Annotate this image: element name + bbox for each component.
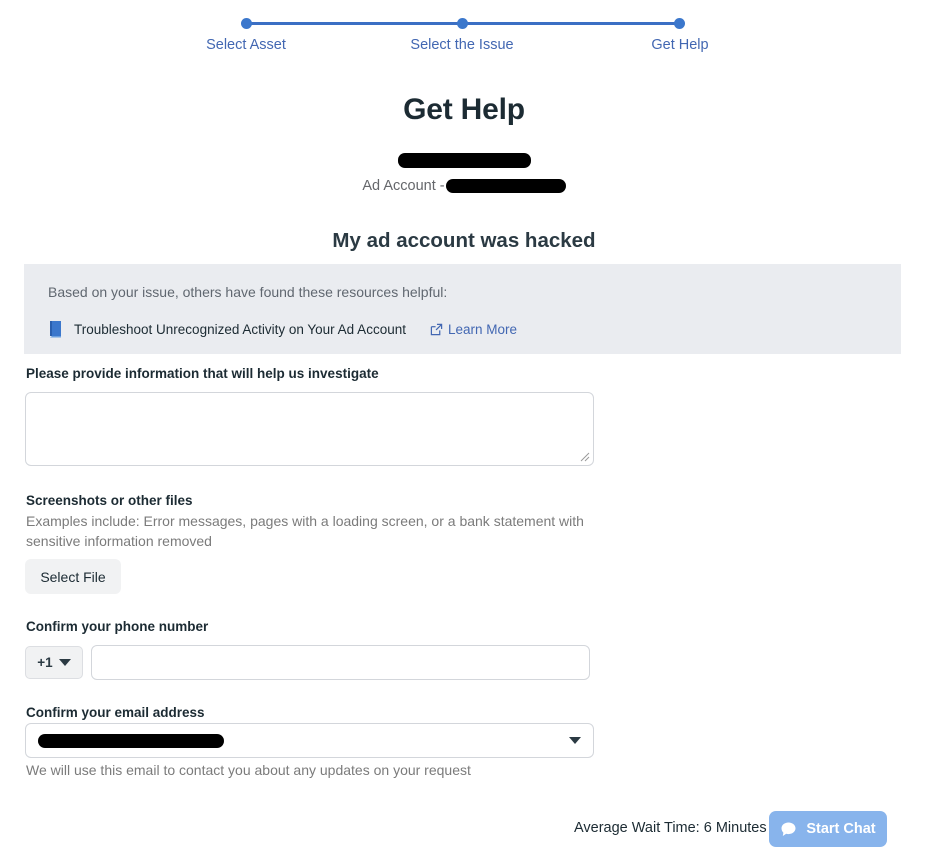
chat-bubble-icon: [781, 822, 796, 836]
step-dot-select-asset[interactable]: [241, 18, 252, 29]
phone-label: Confirm your phone number: [26, 619, 209, 634]
account-name-redacted: [397, 153, 531, 169]
page-title: Get Help: [403, 93, 525, 126]
book-icon: [50, 321, 61, 338]
email-value-redacted: [38, 733, 224, 748]
issue-heading: My ad account was hacked: [332, 229, 596, 252]
email-help-text: We will use this email to contact you ab…: [26, 762, 471, 778]
investigate-label: Please provide information that will hel…: [26, 366, 379, 381]
step-label-select-asset[interactable]: Select Asset: [146, 37, 346, 53]
external-link-icon: [430, 323, 443, 335]
progress-stepper: Select Asset Select the Issue Get Help: [0, 0, 928, 62]
select-file-button[interactable]: Select File: [25, 559, 121, 594]
resource-title: Troubleshoot Unrecognized Activity on Yo…: [74, 321, 406, 337]
ad-account-line: Ad Account -: [0, 177, 928, 195]
step-dot-select-issue[interactable]: [457, 18, 468, 29]
account-summary: Ad Account -: [0, 152, 928, 195]
files-help-text: Examples include: Error messages, pages …: [26, 513, 584, 549]
investigate-textarea[interactable]: [25, 392, 594, 466]
resources-intro-text: Based on your issue, others have found t…: [48, 284, 448, 300]
learn-more-link[interactable]: Learn More: [430, 322, 517, 337]
start-chat-label: Start Chat: [806, 821, 876, 837]
country-code-value: +1: [37, 655, 53, 670]
step-label-get-help[interactable]: Get Help: [580, 37, 780, 53]
phone-input[interactable]: [91, 645, 590, 680]
ad-account-label: Ad Account -: [362, 178, 445, 194]
chevron-down-icon: [569, 737, 581, 744]
email-label: Confirm your email address: [26, 705, 205, 720]
ad-account-id-redacted: [445, 179, 566, 194]
files-label: Screenshots or other files: [26, 493, 193, 508]
step-label-select-issue[interactable]: Select the Issue: [362, 37, 562, 53]
country-code-select[interactable]: +1: [25, 646, 83, 679]
get-help-page: Select Asset Select the Issue Get Help G…: [0, 0, 928, 868]
chevron-down-icon: [58, 659, 71, 666]
suggested-resources-panel: Based on your issue, others have found t…: [24, 264, 901, 354]
email-select[interactable]: [25, 723, 594, 758]
start-chat-button[interactable]: Start Chat: [769, 811, 887, 847]
step-dot-get-help[interactable]: [674, 18, 685, 29]
resource-item: Troubleshoot Unrecognized Activity on Yo…: [48, 320, 877, 338]
learn-more-label: Learn More: [447, 321, 518, 337]
average-wait-time: Average Wait Time: 6 Minutes: [574, 820, 767, 836]
